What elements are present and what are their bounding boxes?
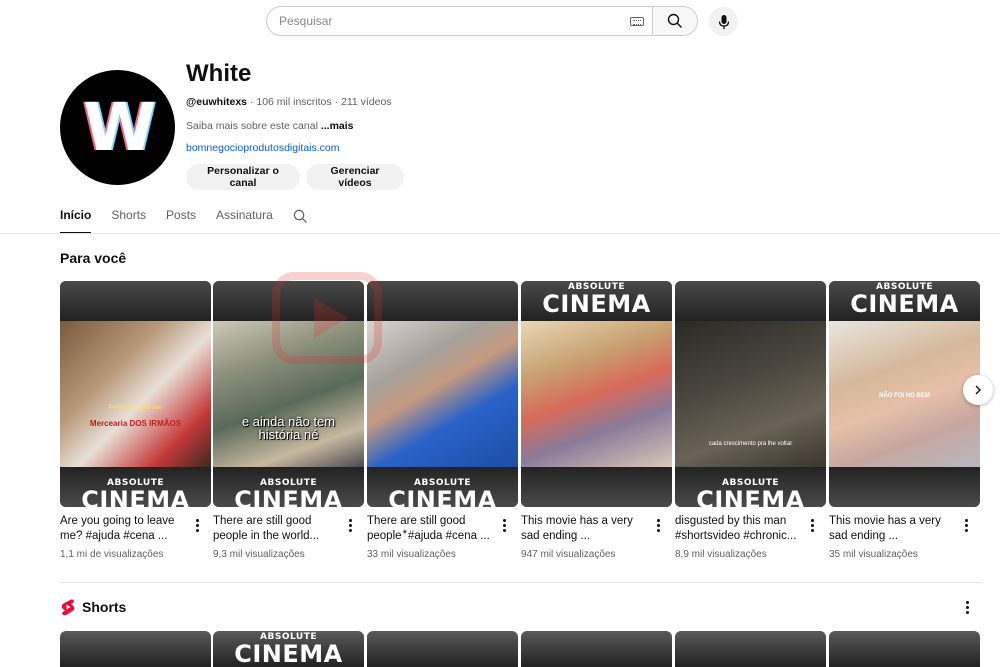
video-views: 8,9 mil visualizações [675, 549, 767, 560]
channel-search-icon[interactable] [293, 209, 308, 224]
thumbnail-caption: Mercearia DOS IRMÃOS [89, 419, 182, 428]
tabs-divider [0, 233, 1000, 234]
about-text: Saiba mais sobre este canal [186, 120, 318, 132]
video-card[interactable]: Pensou mesmo não Mercearia DOS IRMÃOS AB… [60, 281, 212, 573]
shorts-section-header: Shorts [60, 598, 126, 616]
video-views: 947 mil visualizações [521, 549, 616, 560]
video-title[interactable]: This movie has a very sad ending ... [521, 514, 649, 544]
short-thumbnail[interactable] [521, 631, 672, 667]
short-thumbnail[interactable] [60, 631, 211, 667]
video-thumbnail[interactable]: ABSOLUTE CINEMA NÃO FOI NO BEM [829, 281, 980, 507]
video-thumbnail[interactable]: cada crescimento pra lhe voltar ABSOLUTE… [675, 281, 826, 507]
search-button[interactable] [652, 6, 698, 36]
video-views: 1,1 mi de visualizações [60, 549, 164, 560]
chevron-right-icon [975, 385, 981, 395]
channel-about[interactable]: Saiba mais sobre este canal ...mais [186, 120, 354, 132]
avatar-logo-letter: W [83, 89, 156, 166]
thumbnail-caption: NÃO FOI NO BEM [879, 393, 930, 399]
absolute-cinema-text: ABSOLUTE CINEMA [850, 282, 959, 318]
customize-channel-button[interactable]: Personalizar o canal [186, 164, 300, 190]
channel-handle: @euwhitexs [186, 96, 248, 108]
thumbnail-overlay-text: e ainda não tem história né [241, 414, 336, 442]
video-card[interactable]: e ainda não tem história né ABSOLUTE CINE… [213, 281, 365, 573]
shorts-icon [61, 599, 75, 616]
video-title[interactable]: There are still good people in the world… [213, 514, 341, 544]
channel-avatar[interactable]: W [60, 70, 175, 185]
keyboard-icon[interactable] [630, 16, 644, 26]
video-count: 211 vídeos [340, 96, 392, 108]
channel-name: White [186, 60, 252, 87]
absolute-cinema-text: ABSOLUTE CINEMA [388, 478, 497, 508]
video-card[interactable]: ABSOLUTE CINEMA NÃO FOI NO BEM This movie… [829, 281, 981, 573]
tab-posts[interactable]: Posts [166, 206, 196, 234]
absolute-cinema-text: ABSOLUTE CINEMA [234, 478, 343, 508]
search-icon [667, 13, 682, 28]
more-vert-icon[interactable] [965, 519, 969, 533]
video-title[interactable]: disgusted by this man #shortsvideo #chro… [675, 514, 803, 544]
video-views: 33 mil visualizações [367, 549, 456, 560]
more-vert-icon[interactable] [196, 519, 200, 533]
more-vert-icon[interactable] [503, 519, 507, 533]
video-title[interactable]: This movie has a very sad ending ... [829, 514, 957, 544]
short-thumbnail[interactable] [675, 631, 826, 667]
thumbnail-caption: Pensou mesmo não [108, 405, 163, 411]
subscriber-count: 106 mil inscritos [256, 96, 332, 108]
absolute-cinema-text: ABSOLUTE CINEMA [81, 478, 190, 508]
thumbnail-caption: cada crescimento pra lhe voltar [708, 441, 793, 447]
video-views: 9,3 mil visualizações [213, 549, 305, 560]
absolute-cinema-text: ABSOLUTE CINEMA [234, 632, 343, 667]
shorts-section-title: Shorts [82, 599, 127, 615]
channel-meta: @euwhitexs · 106 mil inscritos · 211 víd… [186, 96, 392, 108]
tab-assinatura[interactable]: Assinatura [216, 206, 273, 234]
short-thumbnail[interactable] [829, 631, 980, 667]
more-vert-icon[interactable] [966, 601, 970, 615]
tab-inicio[interactable]: Início [60, 206, 92, 234]
section-title-for-you: Para você [60, 250, 127, 266]
voice-search-button[interactable] [709, 7, 738, 36]
video-thumbnail[interactable]: Pensou mesmo não Mercearia DOS IRMÃOS AB… [60, 281, 211, 507]
more-vert-icon[interactable] [811, 519, 815, 533]
carousel-next-button[interactable] [963, 375, 993, 405]
search-input[interactable] [279, 14, 630, 28]
about-more-link[interactable]: ...mais [321, 120, 354, 132]
video-title[interactable]: There are still good people ⃰ #ajuda #ce… [367, 514, 495, 544]
video-card[interactable]: cada crescimento pra lhe voltar ABSOLUTE… [675, 281, 827, 573]
video-thumbnail[interactable]: ABSOLUTE CINEMA [367, 281, 518, 507]
short-thumbnail[interactable] [367, 631, 518, 667]
video-views: 35 mil visualizações [829, 549, 918, 560]
video-card[interactable]: ABSOLUTE CINEMA This movie has a very sad… [521, 281, 673, 573]
more-vert-icon[interactable] [349, 519, 353, 533]
video-title[interactable]: Are you going to leave me? #ajuda #cena … [60, 514, 188, 544]
short-thumbnail[interactable]: ABSOLUTE CINEMA [213, 631, 364, 667]
more-vert-icon[interactable] [657, 519, 661, 533]
manage-videos-button[interactable]: Gerenciar vídeos [306, 164, 404, 190]
absolute-cinema-text: ABSOLUTE CINEMA [696, 478, 805, 508]
video-card[interactable]: ABSOLUTE CINEMA There are still good peop… [367, 281, 519, 573]
absolute-cinema-text: ABSOLUTE CINEMA [542, 282, 651, 318]
channel-link[interactable]: bomnegocioprodutosdigitais.com [186, 142, 340, 154]
tab-shorts[interactable]: Shorts [111, 206, 146, 234]
section-divider [60, 582, 982, 583]
channel-tabs: Início Shorts Posts Assinatura [60, 206, 293, 234]
video-thumbnail[interactable]: ABSOLUTE CINEMA [521, 281, 672, 507]
search-box[interactable] [266, 6, 652, 36]
video-thumbnail[interactable]: e ainda não tem história né ABSOLUTE CINE… [213, 281, 364, 507]
mic-icon [718, 14, 729, 29]
